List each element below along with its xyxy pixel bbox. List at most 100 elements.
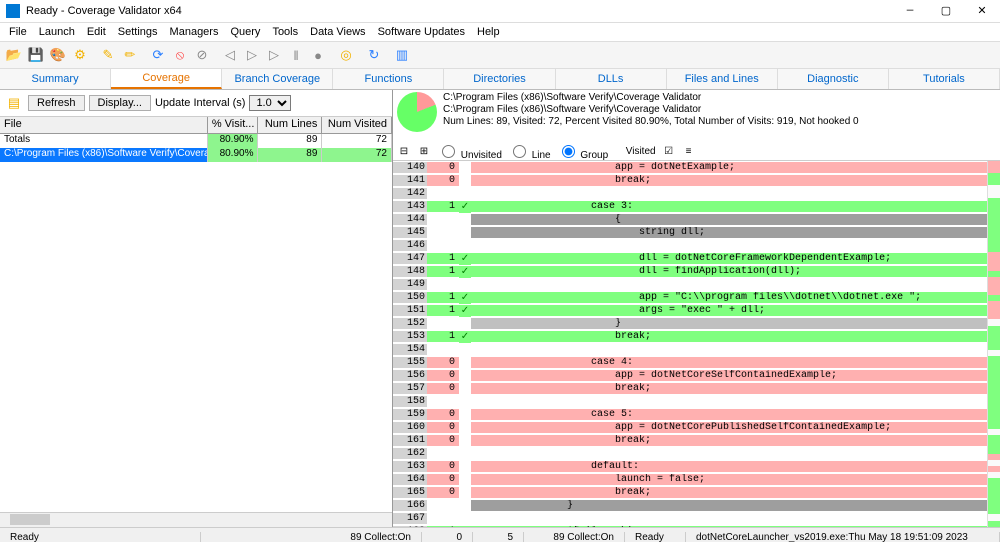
status-ready: Ready xyxy=(0,532,201,542)
line-radio[interactable]: Line xyxy=(508,142,551,161)
expand-icon[interactable]: ⊞ xyxy=(417,144,431,158)
code-line[interactable]: 1511✓ args = "exec " + dll; xyxy=(393,304,987,317)
code-line[interactable]: 1590 case 5: xyxy=(393,408,987,421)
code-line[interactable]: 1610 break; xyxy=(393,434,987,447)
group-radio[interactable]: Group xyxy=(557,142,609,161)
gear-icon[interactable]: ⚙ xyxy=(70,45,90,65)
code-line[interactable]: 146 xyxy=(393,239,987,252)
code-line[interactable]: 162 xyxy=(393,447,987,460)
open-icon[interactable]: 📂 xyxy=(4,45,24,65)
code-line[interactable]: 1570 break; xyxy=(393,382,987,395)
update-interval-select[interactable]: 1.0 xyxy=(249,95,291,111)
code-line[interactable]: 1400 app = dotNetExample; xyxy=(393,161,987,174)
grid-header: File % Visit... Num Lines Num Visited xyxy=(0,117,392,134)
stop-icon[interactable]: ⦸ xyxy=(170,45,190,65)
tab-diagnostic[interactable]: Diagnostic xyxy=(778,69,889,89)
file-row[interactable]: C:\Program Files (x86)\Software Verify\C… xyxy=(0,148,392,162)
tab-summary[interactable]: Summary xyxy=(0,69,111,89)
code-line[interactable]: 1550 case 4: xyxy=(393,356,987,369)
colors-icon[interactable]: 🎨 xyxy=(48,45,68,65)
tab-branch-coverage[interactable]: Branch Coverage xyxy=(222,69,333,89)
menu-managers[interactable]: Managers xyxy=(165,26,224,38)
target-icon[interactable]: ◎ xyxy=(336,45,356,65)
close-button[interactable]: ✕ xyxy=(964,0,1000,22)
coverage-pie-icon xyxy=(397,92,437,132)
pause-icon[interactable]: ‖ xyxy=(286,45,306,65)
sep xyxy=(358,45,362,65)
coverage-stats: Num Lines: 89, Visited: 72, Percent Visi… xyxy=(443,116,996,128)
code-line[interactable]: 1531✓ break; xyxy=(393,330,987,343)
code-line[interactable]: 1471✓ dll = dotNetCoreFrameworkDependent… xyxy=(393,252,987,265)
code-line[interactable]: 1600 app = dotNetCorePublishedSelfContai… xyxy=(393,421,987,434)
menu-software-updates[interactable]: Software Updates xyxy=(373,26,470,38)
app-icon xyxy=(6,4,20,18)
redo-icon[interactable]: ↻ xyxy=(364,45,384,65)
refresh-button[interactable]: Refresh xyxy=(28,95,85,111)
view-tabs: SummaryCoverageBranch CoverageFunctionsD… xyxy=(0,69,1000,90)
minimap[interactable] xyxy=(987,161,1000,527)
check-icon[interactable]: ☑ xyxy=(662,144,676,158)
code-line[interactable]: 144 { xyxy=(393,213,987,226)
minimize-button[interactable]: — xyxy=(892,0,928,22)
code-line[interactable]: 145 string dll; xyxy=(393,226,987,239)
code-line[interactable]: 158 xyxy=(393,395,987,408)
menu-launch[interactable]: Launch xyxy=(34,26,80,38)
code-line[interactable]: 152 } xyxy=(393,317,987,330)
code-line[interactable]: 1560 app = dotNetCoreSelfContainedExampl… xyxy=(393,369,987,382)
list-icon[interactable]: ≡ xyxy=(682,144,696,158)
code-line[interactable]: 1681✓ if (launch) xyxy=(393,525,987,527)
tab-directories[interactable]: Directories xyxy=(444,69,555,89)
unvisited-radio[interactable]: Unvisited xyxy=(437,142,502,161)
titlebar: Ready - Coverage Validator x64 — ▢ ✕ xyxy=(0,0,1000,23)
h-scrollbar[interactable] xyxy=(0,512,392,527)
code-line[interactable]: 1410 break; xyxy=(393,174,987,187)
code-line[interactable]: 1630 default: xyxy=(393,460,987,473)
wand-icon[interactable]: ✎ xyxy=(98,45,118,65)
menu-query[interactable]: Query xyxy=(225,26,265,38)
code-line[interactable]: 1501✓ app = "C:\\program files\\dotnet\\… xyxy=(393,291,987,304)
tab-tutorials[interactable]: Tutorials xyxy=(889,69,1000,89)
refresh-icon[interactable]: ⟳ xyxy=(148,45,168,65)
cancel-icon[interactable]: ⊘ xyxy=(192,45,212,65)
totals-row[interactable]: Totals 80.90% 89 72 xyxy=(0,134,392,148)
chart-icon[interactable]: ▥ xyxy=(392,45,412,65)
code-line[interactable]: 142 xyxy=(393,187,987,200)
tab-files-and-lines[interactable]: Files and Lines xyxy=(667,69,778,89)
menu-data-views[interactable]: Data Views xyxy=(305,26,370,38)
code-line[interactable]: 154 xyxy=(393,343,987,356)
tab-coverage[interactable]: Coverage xyxy=(111,69,222,89)
code-line[interactable]: 149 xyxy=(393,278,987,291)
status-collect: 89 Collect:On xyxy=(201,532,422,542)
menu-edit[interactable]: Edit xyxy=(82,26,111,38)
tab-dlls[interactable]: DLLs xyxy=(556,69,667,89)
toolbar: 📂💾🎨⚙✎✏⟳⦸⊘◁▷▷‖●◎↻▥ xyxy=(0,41,1000,69)
collapse-icon[interactable]: ⊟ xyxy=(397,144,411,158)
filter-icon[interactable]: ▤ xyxy=(4,93,24,113)
save-icon[interactable]: 💾 xyxy=(26,45,46,65)
source-view[interactable]: 1400 app = dotNetExample;1410 break;1421… xyxy=(393,161,1000,527)
code-line[interactable]: 1481✓ dll = findApplication(dll); xyxy=(393,265,987,278)
code-line[interactable]: 1640 launch = false; xyxy=(393,473,987,486)
display-button[interactable]: Display... xyxy=(89,95,151,111)
code-line[interactable]: 1650 break; xyxy=(393,486,987,499)
menu-help[interactable]: Help xyxy=(472,26,505,38)
tab-functions[interactable]: Functions xyxy=(333,69,444,89)
status-exe: dotNetCoreLauncher_vs2019.exe:Thu May 18… xyxy=(686,532,1000,542)
left-panel: ▤ Refresh Display... Update Interval (s)… xyxy=(0,90,393,527)
menu-settings[interactable]: Settings xyxy=(113,26,163,38)
code-line[interactable]: 167 xyxy=(393,512,987,525)
pen-icon[interactable]: ✏ xyxy=(120,45,140,65)
code-line[interactable]: 1431✓ case 3: xyxy=(393,200,987,213)
maximize-button[interactable]: ▢ xyxy=(928,0,964,22)
code-line[interactable]: 166 } xyxy=(393,499,987,512)
visited-label: Visited xyxy=(626,146,656,157)
menu-file[interactable]: File xyxy=(4,26,32,38)
next-icon[interactable]: ▷ xyxy=(264,45,284,65)
sep xyxy=(214,45,218,65)
record-icon[interactable]: ● xyxy=(308,45,328,65)
prev-icon[interactable]: ◁ xyxy=(220,45,240,65)
window-title: Ready - Coverage Validator x64 xyxy=(26,5,892,17)
sep xyxy=(386,45,390,65)
menu-tools[interactable]: Tools xyxy=(267,26,303,38)
play-icon[interactable]: ▷ xyxy=(242,45,262,65)
